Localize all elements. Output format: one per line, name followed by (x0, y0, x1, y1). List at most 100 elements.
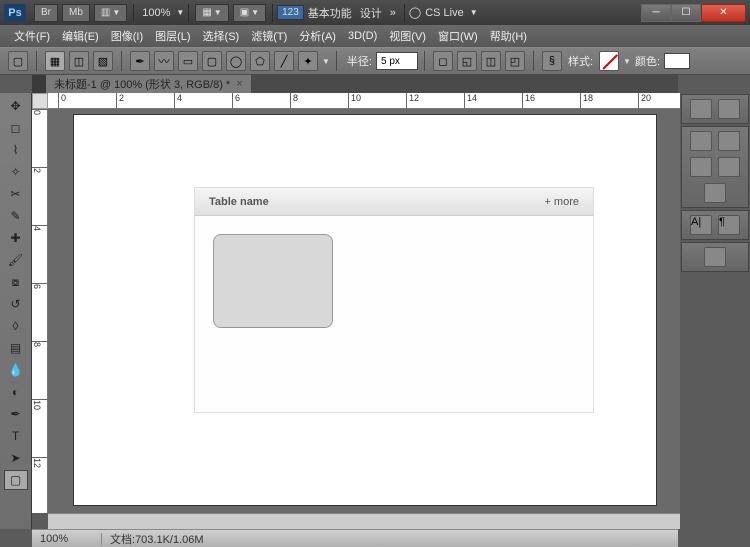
brush-tool-icon[interactable]: 🖌 (4, 250, 28, 270)
fill-pixels-icon[interactable]: ▧ (93, 51, 113, 71)
style-label: 样式: (568, 53, 593, 69)
paths-icon[interactable]: ◫ (69, 51, 89, 71)
menu-select[interactable]: 选择(S) (197, 26, 246, 46)
menu-help[interactable]: 帮助(H) (484, 26, 533, 46)
tab-grabber-icon[interactable] (32, 75, 46, 93)
workspace-essentials[interactable]: 基本功能 (308, 5, 352, 21)
style-swatch[interactable] (599, 51, 619, 71)
close-button[interactable]: ✕ (701, 4, 746, 22)
minibridge-button[interactable]: Mb (62, 4, 90, 22)
workspace-badge: 123 (277, 5, 304, 20)
status-bar: 100% 文档:703.1K/1.06M (32, 529, 678, 547)
vertical-ruler[interactable]: 024681012 (32, 109, 48, 513)
rectangle-icon[interactable]: ▭ (178, 51, 198, 71)
adjust-panel-icon[interactable] (704, 183, 726, 203)
table-header: Table name + more (195, 188, 593, 216)
menu-image[interactable]: 图像(I) (105, 26, 149, 46)
combine-add-icon[interactable]: ◻ (433, 51, 453, 71)
crop-tool-icon[interactable]: ✂ (4, 184, 28, 204)
layers-panel-icon[interactable] (718, 99, 740, 119)
canvas-viewport[interactable]: Table name + more (48, 109, 680, 513)
ellipse-icon[interactable]: ◯ (226, 51, 246, 71)
color-swatch[interactable] (664, 53, 690, 69)
document-tab[interactable]: 未标题-1 @ 100% (形状 3, RGB/8) * × (46, 75, 251, 93)
menu-3d[interactable]: 3D(D) (342, 28, 383, 44)
ruler-origin[interactable] (32, 93, 48, 109)
document-tab-title: 未标题-1 @ 100% (形状 3, RGB/8) * (54, 76, 230, 92)
ps-logo-icon: Ps (4, 4, 26, 22)
info-panel-icon[interactable] (704, 247, 726, 267)
tab-close-icon[interactable]: × (236, 78, 242, 90)
paths-panel-icon[interactable] (718, 157, 740, 177)
blur-tool-icon[interactable]: 💧 (4, 360, 28, 380)
options-bar: ▢ ▦ ◫ ▧ ✒ 〰 ▭ ▢ ◯ ⬠ ╱ ✦ ▼ 半径: ◻ ◱ ◫ ◰ § … (0, 47, 750, 75)
bridge-button[interactable]: Br (34, 4, 58, 22)
freeform-pen-icon[interactable]: 〰 (154, 51, 174, 71)
canvas-area: 02468101214161820 024681012 Table name +… (32, 93, 680, 529)
marquee-tool-icon[interactable]: ◻ (4, 118, 28, 138)
swatches-panel-icon[interactable] (718, 131, 740, 151)
menu-window[interactable]: 窗口(W) (432, 26, 484, 46)
radius-label: 半径: (347, 53, 372, 69)
document-canvas[interactable]: Table name + more (74, 115, 656, 505)
radius-input[interactable] (376, 52, 418, 70)
menu-layer[interactable]: 图层(L) (149, 26, 196, 46)
horizontal-scrollbar[interactable] (48, 513, 680, 529)
color-label: 颜色: (635, 53, 660, 69)
custom-shape-icon[interactable]: ✦ (298, 51, 318, 71)
shape-layers-icon[interactable]: ▦ (45, 51, 65, 71)
table-name-label: Table name (209, 196, 269, 208)
workspace-more[interactable]: » (390, 7, 396, 19)
minimize-button[interactable]: ─ (641, 4, 671, 22)
gradient-tool-icon[interactable]: ▤ (4, 338, 28, 358)
table-widget: Table name + more (194, 187, 594, 413)
menu-file[interactable]: 文件(F) (8, 26, 56, 46)
move-tool-icon[interactable]: ✥ (4, 96, 28, 116)
screenmode-button[interactable]: ▥▼ (94, 4, 127, 22)
history-brush-tool-icon[interactable]: ↺ (4, 294, 28, 314)
combine-subtract-icon[interactable]: ◱ (457, 51, 477, 71)
horizontal-ruler[interactable]: 02468101214161820 (48, 93, 680, 109)
arrange-button[interactable]: ▦▼ (195, 4, 228, 22)
shape-tool-icon[interactable]: ▢ (4, 470, 28, 490)
dodge-tool-icon[interactable]: ◐ (4, 382, 28, 402)
type-a-panel-icon[interactable]: A| (690, 215, 712, 235)
eraser-tool-icon[interactable]: ◊ (4, 316, 28, 336)
combine-intersect-icon[interactable]: ◫ (481, 51, 501, 71)
line-icon[interactable]: ╱ (274, 51, 294, 71)
character-panel-icon[interactable] (690, 131, 712, 151)
zoom-level[interactable]: 100% (142, 7, 170, 19)
type-tool-icon[interactable]: T (4, 426, 28, 446)
wand-tool-icon[interactable]: ✧ (4, 162, 28, 182)
path-select-tool-icon[interactable]: ➤ (4, 448, 28, 468)
toolbox: ✥ ◻ ⌇ ✧ ✂ ✎ ✚ 🖌 ⧇ ↺ ◊ ▤ 💧 ◐ ✒ T ➤ ▢ (0, 93, 32, 529)
pen-tool-icon[interactable]: ✒ (4, 404, 28, 424)
status-doc-size[interactable]: 文档:703.1K/1.06M (102, 531, 204, 547)
extras-button[interactable]: ▣▼ (233, 4, 266, 22)
brush-panel-icon[interactable] (690, 157, 712, 177)
rounded-rect-shape[interactable] (213, 234, 333, 328)
rounded-rect-icon[interactable]: ▢ (202, 51, 222, 71)
link-icon[interactable]: § (542, 51, 562, 71)
tool-preset-icon[interactable]: ▢ (8, 51, 28, 71)
maximize-button[interactable]: ☐ (671, 4, 701, 22)
polygon-icon[interactable]: ⬠ (250, 51, 270, 71)
cslive-button[interactable]: CS Live (425, 7, 464, 19)
menu-analysis[interactable]: 分析(A) (293, 26, 342, 46)
menu-view[interactable]: 视图(V) (383, 26, 432, 46)
table-more-link[interactable]: + more (544, 196, 579, 208)
menu-filter[interactable]: 滤镜(T) (245, 26, 293, 46)
status-zoom[interactable]: 100% (32, 533, 102, 545)
paragraph-panel-icon[interactable]: ¶ (718, 215, 740, 235)
lasso-tool-icon[interactable]: ⌇ (4, 140, 28, 160)
workspace-design[interactable]: 设计 (360, 5, 382, 21)
history-panel-icon[interactable] (690, 99, 712, 119)
stamp-tool-icon[interactable]: ⧇ (4, 272, 28, 292)
heal-tool-icon[interactable]: ✚ (4, 228, 28, 248)
table-body (195, 216, 593, 412)
title-bar: Ps Br Mb ▥▼ 100%▼ ▦▼ ▣▼ 123 基本功能 设计 » ◯C… (0, 0, 750, 25)
eyedropper-tool-icon[interactable]: ✎ (4, 206, 28, 226)
menu-edit[interactable]: 编辑(E) (56, 26, 105, 46)
pen-icon[interactable]: ✒ (130, 51, 150, 71)
combine-exclude-icon[interactable]: ◰ (505, 51, 525, 71)
